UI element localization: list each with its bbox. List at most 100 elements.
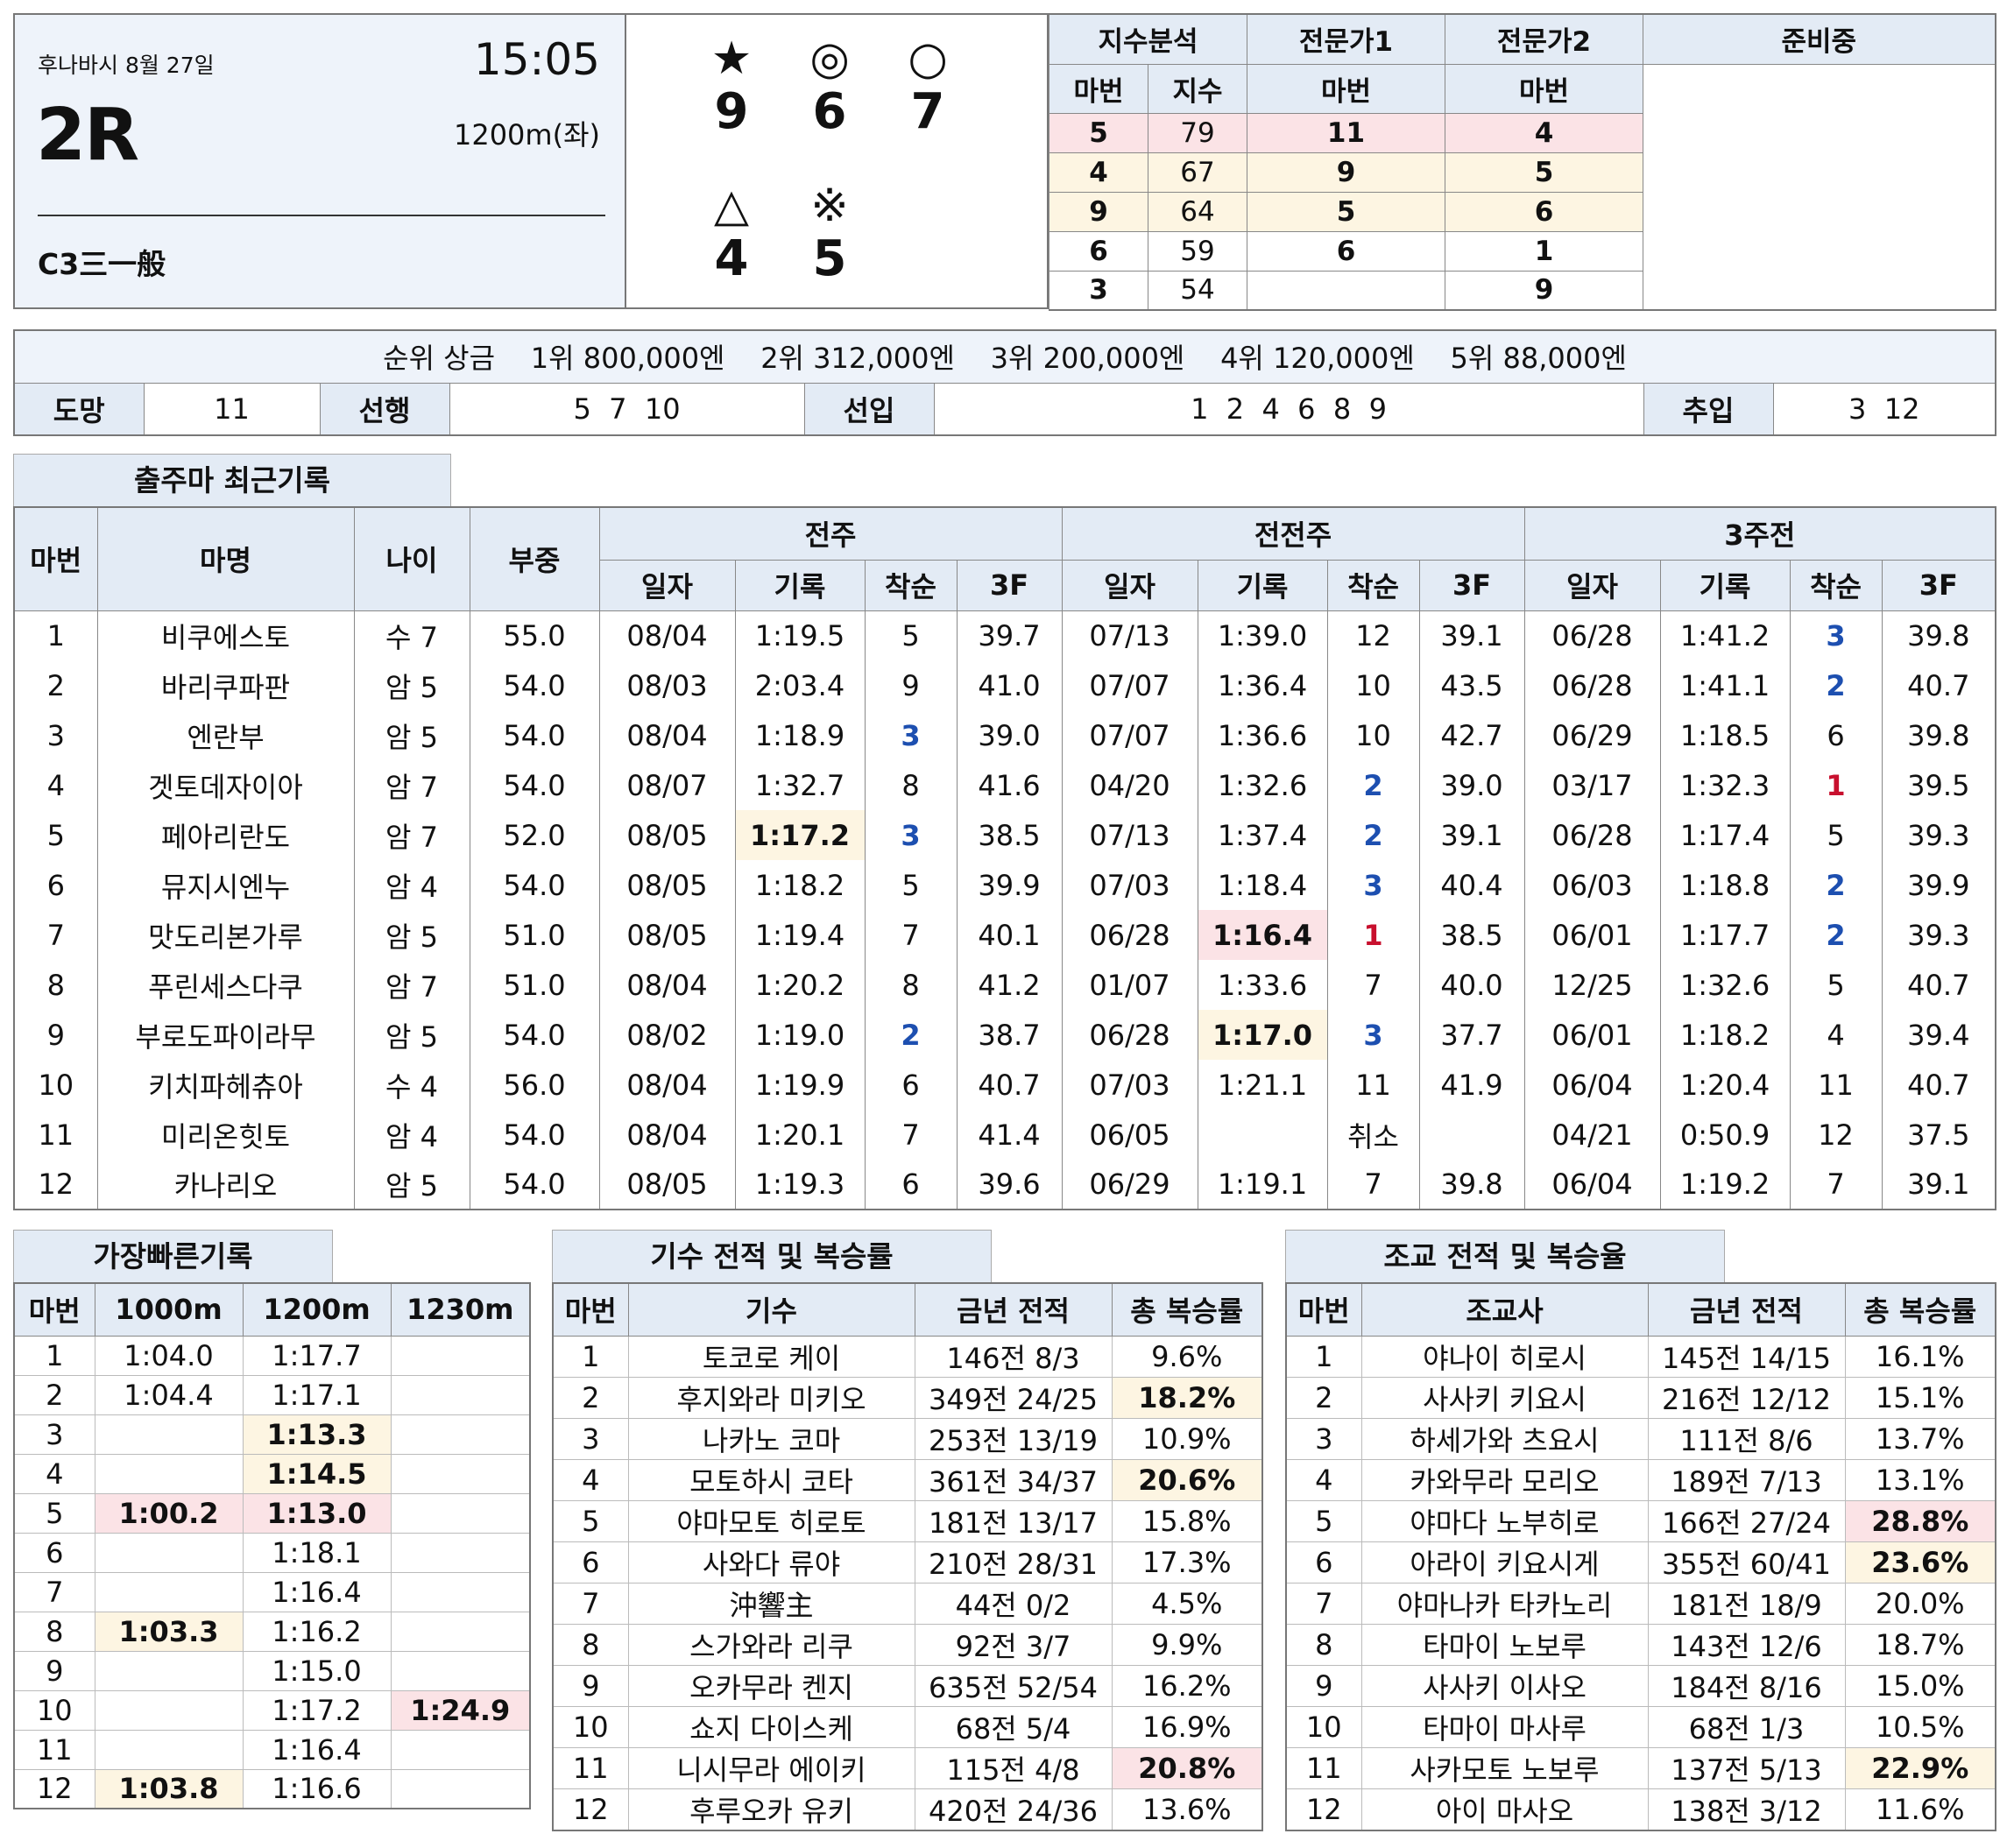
trainer-name: 타마이 마사루	[1360, 1705, 1649, 1748]
race-time: 1:32.6	[1197, 760, 1328, 810]
mark-number: 4	[714, 230, 749, 287]
horse-no: 11	[552, 1746, 629, 1789]
jockey-row: 7 沖響主 44전 0/2 4.5%	[552, 1582, 1263, 1625]
race-place: 3	[1326, 1010, 1420, 1060]
recent-records-table: 마번 마명 나이 부중 전주 전전주 3주전 일자 기록 착순 3F 일자 기록 착순 3F 일…	[13, 506, 1997, 1210]
score: 59	[1148, 230, 1247, 272]
trainer-rate: 22.9%	[1844, 1746, 1996, 1789]
jockey-row: 9 오카무라 켄지 635전 52/54 16.2%	[552, 1664, 1263, 1707]
race-3f: 41.6	[956, 760, 1063, 810]
horse-row: 10 키치파헤츄아 수 4 56.0 08/04 1:19.9 6 40.7 07/03 1:21…	[13, 1060, 1996, 1110]
race-time: 1:36.4	[1197, 660, 1328, 710]
horse-no: 11	[13, 1729, 95, 1770]
expert2-pick: 4	[1445, 112, 1643, 153]
time-1000m	[94, 1532, 244, 1573]
horse-no: 6	[552, 1541, 629, 1583]
prize-1st: 1위 800,000엔	[530, 342, 725, 376]
race-time: 1:17.2	[734, 810, 865, 860]
mark-number: 5	[812, 230, 847, 287]
time-1000m-header: 1000m	[94, 1282, 244, 1337]
trainer-rate: 20.0%	[1844, 1582, 1996, 1625]
horse-age: 암 5	[353, 1010, 470, 1060]
horse-no: 10	[13, 1060, 97, 1110]
jockey-rate: 13.6%	[1111, 1788, 1263, 1830]
race-3f: 41.0	[956, 660, 1063, 710]
horse-no: 1	[13, 1335, 95, 1376]
race-3f: 41.9	[1418, 1060, 1525, 1110]
jockey-row: 3 나카노 코마 253전 13/19 10.9%	[552, 1417, 1263, 1460]
race-3f: 40.7	[1881, 960, 1996, 1010]
index-header: 지수분석	[1049, 13, 1247, 65]
horse-no: 3	[13, 1414, 95, 1455]
horse-no: 5	[1285, 1499, 1362, 1542]
race-time: 1:18.2	[1659, 1010, 1791, 1060]
race-place: 7	[1326, 1160, 1420, 1210]
score-header: 지수	[1148, 63, 1247, 114]
race-3f: 38.5	[1418, 910, 1525, 960]
expert1-pick: 5	[1247, 191, 1445, 232]
style-front-runner-label: 도망	[13, 382, 145, 436]
time-1200m: 1:17.2	[242, 1689, 392, 1731]
horse-no: 3	[552, 1417, 629, 1460]
expert1-pick: 11	[1247, 112, 1445, 153]
race-3f: 39.1	[1418, 610, 1525, 660]
trainer-record: 184전 8/16	[1647, 1664, 1846, 1707]
trainer-name: 사카모토 노보루	[1360, 1746, 1649, 1789]
race-time: 1:19.9	[734, 1060, 865, 1110]
horse-age: 암 4	[353, 860, 470, 910]
time-1000m: 1:00.2	[94, 1492, 244, 1534]
trainer-row: 7 야마나카 타카노리 181전 18/9 20.0%	[1285, 1582, 1996, 1625]
trainer-name: 아이 마사오	[1360, 1788, 1649, 1830]
trainer-record: 137전 5/13	[1647, 1746, 1846, 1789]
trainer-name-header: 조교사	[1360, 1282, 1649, 1337]
jockey-rate: 16.2%	[1111, 1664, 1263, 1707]
trainer-rate: 11.6%	[1844, 1788, 1996, 1830]
horse-no: 9	[13, 1010, 97, 1060]
race-time: 1:16.4	[1197, 910, 1328, 960]
horse-row: 11 미리온힛토 암 4 54.0 08/04 1:20.1 7 41.4 06/05 취소 04/…	[13, 1110, 1996, 1160]
race-place: 1	[1326, 910, 1420, 960]
jockey-table: 마번 기수 금년 전적 총 복승률 1 토코로 케이 146전 8/3 9.6% 2 후지와라 …	[552, 1282, 1263, 1831]
col-3f: 3F	[1418, 559, 1525, 611]
double-circle-icon: ◎	[809, 32, 850, 85]
horse-no: 2	[13, 660, 97, 710]
race-place: 4	[1789, 1010, 1883, 1060]
race-time: 1:32.3	[1659, 760, 1791, 810]
race-time: 1:21.1	[1197, 1060, 1328, 1110]
horse-age: 암 7	[353, 810, 470, 860]
divider	[38, 215, 605, 216]
preparing-header: 준비중	[1643, 13, 1996, 65]
trainer-row: 8 타마이 노보루 143전 12/6 18.7%	[1285, 1623, 1996, 1666]
race-place: 1	[1789, 760, 1883, 810]
horse-no: 7	[552, 1582, 629, 1625]
horse-no: 8	[552, 1623, 629, 1666]
jockey-name: 야마모토 히로토	[627, 1499, 915, 1542]
race-time: 1:18.4	[1197, 860, 1328, 910]
race-date: 07/03	[1061, 1060, 1198, 1110]
horse-age: 수 7	[353, 610, 470, 660]
fastest-records-table: 마번 1000m 1200m 1230m 1 1:04.0 1:17.7 2 1:04.4 1:…	[13, 1282, 531, 1809]
horse-no-header: 마번	[13, 1282, 95, 1337]
col-place: 착순	[1789, 559, 1883, 611]
trainer-name: 하세가와 츠요시	[1360, 1417, 1649, 1460]
horse-weight: 52.0	[469, 810, 599, 860]
prize-4th: 4위 120,000엔	[1220, 342, 1415, 376]
race-3f: 39.9	[956, 860, 1063, 910]
horse-no: 5	[13, 810, 97, 860]
race-time	[1197, 1110, 1328, 1160]
horse-no: 2	[1285, 1376, 1362, 1419]
horse-weight: 54.0	[469, 660, 599, 710]
race-3f: 41.2	[956, 960, 1063, 1010]
race-3f: 43.5	[1418, 660, 1525, 710]
expert2-pick: 5	[1445, 152, 1643, 193]
horse-no: 1	[13, 610, 97, 660]
horse-no: 3	[1285, 1417, 1362, 1460]
race-place: 7	[1326, 960, 1420, 1010]
race-time: 1:19.4	[734, 910, 865, 960]
horse-weight: 51.0	[469, 910, 599, 960]
mark-reference: ※ 5	[795, 180, 865, 286]
trainer-rate: 28.8%	[1844, 1499, 1996, 1542]
race-3f: 40.7	[1881, 660, 1996, 710]
horse-age: 암 7	[353, 760, 470, 810]
time-1200m: 1:18.1	[242, 1532, 392, 1573]
